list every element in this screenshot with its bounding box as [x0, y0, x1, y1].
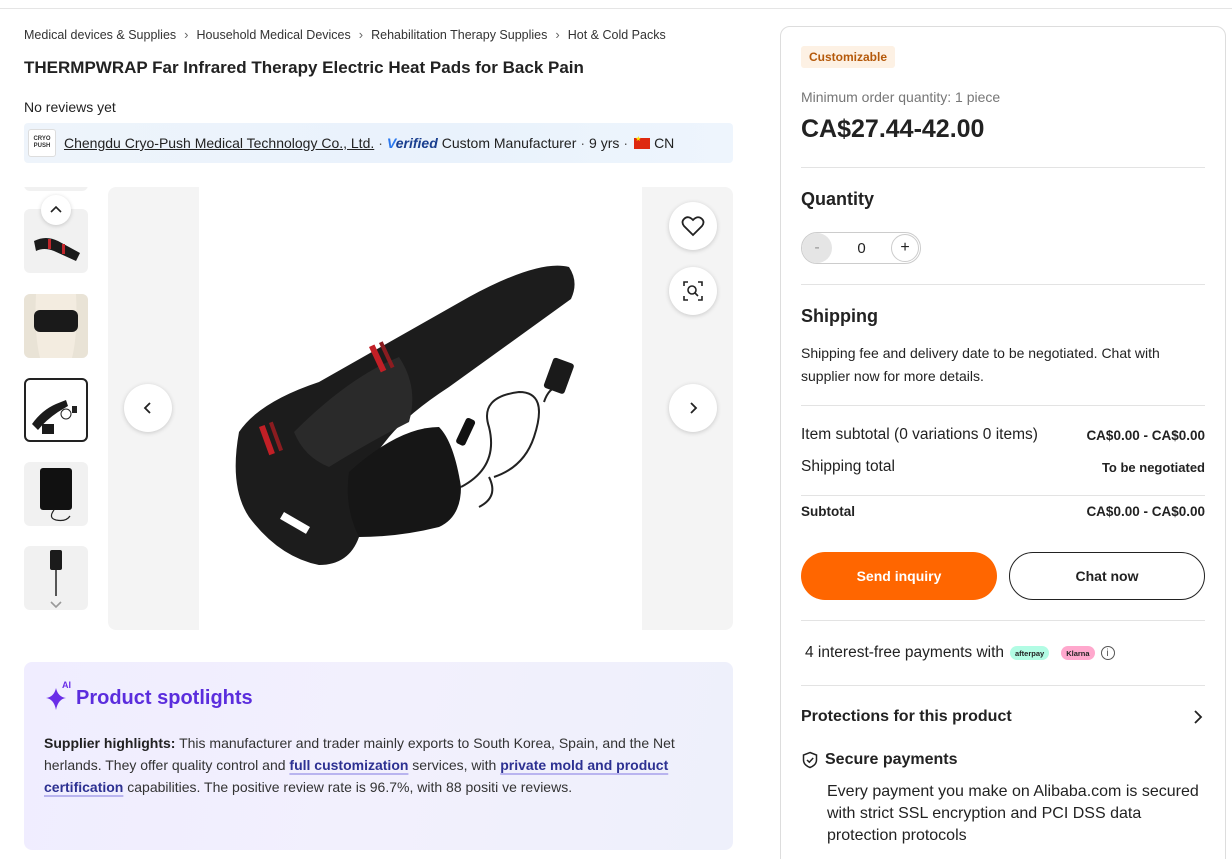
thumbnail-active[interactable] [24, 378, 88, 442]
separator-dot: · [623, 135, 629, 151]
chevron-right-icon [690, 402, 698, 414]
divider [801, 167, 1205, 168]
shield-icon [802, 751, 818, 769]
spotlight-title: Product spotlights [76, 686, 253, 709]
favorite-button[interactable] [669, 202, 717, 250]
secure-payments-title: Secure payments [825, 751, 958, 768]
supplier-years: 9 yrs [589, 135, 620, 151]
supplier-logo[interactable]: CRYO PUSH [28, 129, 56, 157]
shipping-note: Shipping fee and delivery date to be neg… [801, 345, 1160, 384]
image-search-button[interactable] [669, 267, 717, 315]
subtotal-row: Subtotal CA$0.00 - CA$0.00 [801, 504, 1205, 519]
item-subtotal-row: Item subtotal (0 variations 0 items) CA$… [801, 426, 1205, 444]
verified-text: erified [395, 135, 438, 151]
decrease-quantity-button[interactable]: - [802, 233, 832, 263]
thumbnail-scroll-up-button[interactable] [41, 195, 71, 225]
separator-dot: · [580, 135, 586, 151]
separator-dot: · [378, 135, 383, 151]
verified-badge[interactable]: Verified [387, 135, 438, 151]
protections-row[interactable]: Protections for this product [801, 708, 1205, 726]
product-title: THERMPWRAP Far Infrared Therapy Electric… [24, 58, 584, 77]
supplier-logo-text: CRYO [33, 136, 51, 142]
spotlight-label: Supplier highlights: [44, 735, 176, 751]
breadcrumb-item[interactable]: Medical devices & Supplies [24, 28, 176, 42]
product-spotlights-card: AI Product spotlights Supplier highlight… [24, 662, 733, 850]
supplier-logo-text: PUSH [33, 143, 51, 149]
quantity-input[interactable]: 0 [857, 240, 865, 257]
divider [801, 284, 1205, 285]
divider [801, 495, 1205, 496]
chevron-right-icon: › [184, 27, 189, 42]
ai-label: AI [62, 680, 71, 690]
divider [801, 685, 1205, 686]
sparkle-icon: AI [44, 680, 72, 712]
china-flag-icon [634, 135, 651, 149]
chevron-left-icon [143, 402, 151, 414]
secure-payments-heading: Secure payments [801, 751, 958, 769]
spotlight-text: Supplier highlights: This manufacturer a… [44, 732, 716, 798]
heat-belt-image [235, 265, 575, 565]
chevron-up-icon [50, 205, 62, 213]
image-search-icon [683, 281, 703, 301]
price-range: CA$27.44-42.00 [801, 115, 985, 143]
thumbnail-strip [24, 187, 88, 612]
secure-payments-text: Every payment you make on Alibaba.com is… [827, 783, 1199, 844]
main-product-image-viewer [108, 187, 733, 630]
subtotal-label: Subtotal [801, 504, 855, 519]
shipping-total-value: To be negotiated [1101, 459, 1205, 475]
subtotal-value: CA$0.00 - CA$0.00 [1086, 504, 1205, 519]
supplier-type: Custom Manufacturer [441, 135, 577, 151]
breadcrumb: Medical devices & Supplies › Household M… [24, 27, 666, 42]
main-product-photo[interactable] [199, 187, 642, 630]
quantity-title: Quantity [801, 189, 875, 209]
next-image-button[interactable] [669, 384, 717, 432]
divider [801, 405, 1205, 406]
previous-image-button[interactable] [124, 384, 172, 432]
supplier-bar: CRYO PUSH Chengdu Cryo-Push Medical Tech… [24, 123, 733, 163]
spotlight-header: AI Product spotlights [44, 680, 713, 712]
thumbnail-person-image [24, 294, 88, 358]
chevron-right-icon [1194, 710, 1203, 724]
breadcrumb-item[interactable]: Household Medical Devices [197, 28, 351, 42]
installment-payments: 4 interest-free payments with afterpay K… [805, 644, 1115, 662]
thumbnail[interactable] [24, 294, 88, 358]
chevron-right-icon: › [358, 27, 364, 42]
verified-v: V [386, 135, 396, 151]
spotlight-text-part: capabilities. The positive review rate i… [123, 779, 573, 795]
spotlight-text-part: services, with [408, 757, 501, 773]
klarna-logo: Klarna [1061, 646, 1095, 660]
heart-icon [681, 216, 705, 237]
item-subtotal-label: Item subtotal (0 variations 0 items) [801, 426, 1038, 443]
shipping-total-row: Shipping total To be negotiated [801, 458, 1205, 476]
item-subtotal-value: CA$0.00 - CA$0.00 [1086, 427, 1205, 443]
chevron-right-icon: › [555, 27, 560, 42]
shipping-total-label: Shipping total [801, 458, 895, 475]
minimum-order-quantity: Minimum order quantity: 1 piece [801, 89, 1001, 105]
thumbnail[interactable] [24, 187, 88, 191]
breadcrumb-item[interactable]: Hot & Cold Packs [568, 28, 666, 42]
quantity-stepper: - 0 + [801, 232, 921, 264]
increase-quantity-button[interactable]: + [891, 234, 919, 262]
thumbnail-scroll-down-button[interactable] [41, 589, 71, 612]
installment-text: 4 interest-free payments with [805, 644, 1005, 661]
info-icon[interactable]: i [1100, 646, 1115, 660]
supplier-country: CN [654, 135, 675, 151]
afterpay-logo: afterpay [1010, 646, 1050, 660]
top-divider [0, 8, 1232, 9]
breadcrumb-item[interactable]: Rehabilitation Therapy Supplies [371, 28, 547, 42]
thumbnail-kit-image [32, 400, 77, 434]
send-inquiry-button[interactable]: Send inquiry [801, 552, 997, 600]
supplier-name-link[interactable]: Chengdu Cryo-Push Medical Technology Co.… [64, 135, 374, 151]
full-customization-link[interactable]: full customization [289, 757, 408, 773]
thumbnail[interactable] [24, 462, 88, 526]
customizable-badge: Customizable [801, 46, 896, 68]
thumbnail-pad-image [40, 468, 72, 522]
chevron-down-icon [50, 601, 62, 609]
review-status: No reviews yet [24, 99, 116, 115]
protections-title: Protections for this product [801, 708, 1012, 725]
shipping-title: Shipping [801, 306, 878, 326]
chat-now-button[interactable]: Chat now [1009, 552, 1205, 600]
divider [801, 620, 1205, 621]
